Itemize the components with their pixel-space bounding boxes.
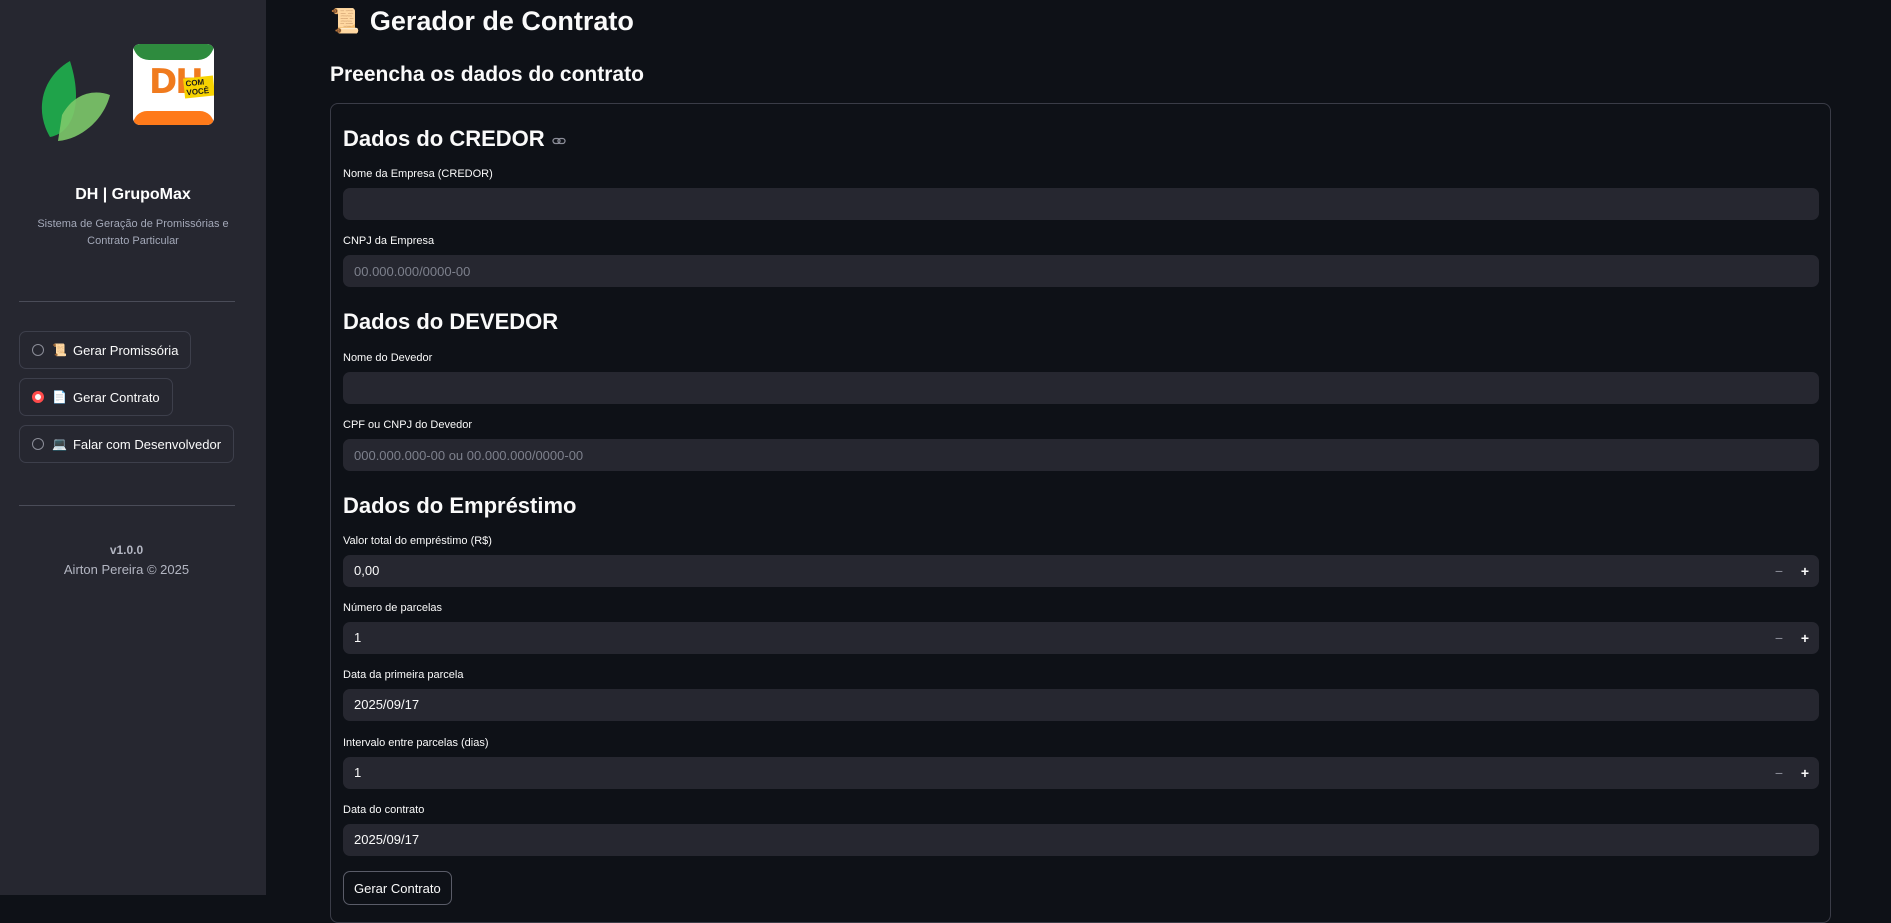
radio-icon[interactable] xyxy=(32,438,44,450)
radio-selected-icon[interactable] xyxy=(32,391,44,403)
intervalo-label: Intervalo entre parcelas (dias) xyxy=(343,737,489,749)
radio-icon[interactable] xyxy=(32,344,44,356)
primeira-parcela-date-input[interactable]: 2025/09/17 xyxy=(343,689,1819,721)
data-contrato-date-input[interactable]: 2025/09/17 xyxy=(343,824,1819,856)
devedor-nome-input[interactable] xyxy=(343,372,1819,404)
sidebar: DH COM VOCÊ DH | GrupoMax Sistema de Ger… xyxy=(0,0,266,895)
increment-button[interactable]: + xyxy=(1795,763,1815,783)
increment-button[interactable]: + xyxy=(1795,628,1815,648)
data-contrato-label: Data do contrato xyxy=(343,804,425,816)
section-devedor-heading: Dados do DEVEDOR xyxy=(343,309,559,334)
parcelas-value[interactable]: 1 xyxy=(354,630,361,645)
primeira-parcela-value[interactable]: 2025/09/17 xyxy=(354,697,419,712)
computer-icon: 💻 xyxy=(52,437,67,451)
scroll-icon: 📜 xyxy=(52,343,67,357)
intervalo-value[interactable]: 1 xyxy=(354,765,361,780)
decrement-button[interactable]: − xyxy=(1769,561,1789,581)
nav-gerar-promissoria[interactable]: 📜 Gerar Promissória xyxy=(19,331,192,369)
document-icon: 📄 xyxy=(52,390,67,404)
cnpj-empresa-input[interactable] xyxy=(343,255,1819,287)
devedor-doc-input[interactable] xyxy=(343,439,1819,471)
valor-value[interactable]: 0,00 xyxy=(354,563,379,578)
devedor-doc-label: CPF ou CNPJ do Devedor xyxy=(343,419,472,431)
page-title-text: Gerador de Contrato xyxy=(369,6,634,36)
brand-subtitle: Sistema de Geração de Promissórias e Con… xyxy=(37,218,229,247)
devedor-nome-label: Nome do Devedor xyxy=(343,352,433,364)
nav-gerar-contrato[interactable]: 📄 Gerar Contrato xyxy=(19,378,173,416)
leaf-logo-icon xyxy=(41,61,110,141)
valor-number-input[interactable]: 0,00 − + xyxy=(343,555,1819,587)
page-title: 📜 Gerador de Contrato xyxy=(330,6,634,37)
section-emprestimo-heading: Dados do Empréstimo xyxy=(343,493,577,518)
cnpj-empresa-label: CNPJ da Empresa xyxy=(343,235,435,247)
sidebar-divider xyxy=(19,301,235,302)
nav-falar-desenvolvedor[interactable]: 💻 Falar com Desenvolvedor xyxy=(19,425,235,463)
scroll-icon: 📜 xyxy=(330,8,360,35)
decrement-button[interactable]: − xyxy=(1769,763,1789,783)
primeira-parcela-label: Data da primeira parcela xyxy=(343,669,464,681)
empresa-label: Nome da Empresa (CREDOR) xyxy=(343,168,493,180)
increment-button[interactable]: + xyxy=(1795,561,1815,581)
brand-title: DH | GrupoMax xyxy=(75,186,191,203)
valor-label: Valor total do empréstimo (R$) xyxy=(343,535,492,547)
section-credor-heading: Dados do CREDOR xyxy=(343,126,566,152)
copyright: Airton Pereira © 2025 xyxy=(63,562,190,577)
page-subtitle: Preencha os dados do contrato xyxy=(330,63,644,86)
gerar-contrato-button[interactable]: Gerar Contrato xyxy=(343,871,452,905)
nav-label: Falar com Desenvolvedor xyxy=(72,436,222,452)
app-version: v1.0.0 xyxy=(109,543,144,557)
data-contrato-value[interactable]: 2025/09/17 xyxy=(354,832,419,847)
dh-com-voce-logo: DH COM VOCÊ xyxy=(133,44,214,125)
nav-label: Gerar Contrato xyxy=(72,389,160,405)
parcelas-label: Número de parcelas xyxy=(343,602,443,614)
link-icon[interactable] xyxy=(552,126,566,152)
parcelas-number-input[interactable]: 1 − + xyxy=(343,622,1819,654)
nav-label: Gerar Promissória xyxy=(72,342,179,358)
decrement-button[interactable]: − xyxy=(1769,628,1789,648)
intervalo-number-input[interactable]: 1 − + xyxy=(343,757,1819,789)
sidebar-divider xyxy=(19,505,235,506)
empresa-input[interactable] xyxy=(343,188,1819,220)
section-credor-title: Dados do CREDOR xyxy=(343,126,545,151)
